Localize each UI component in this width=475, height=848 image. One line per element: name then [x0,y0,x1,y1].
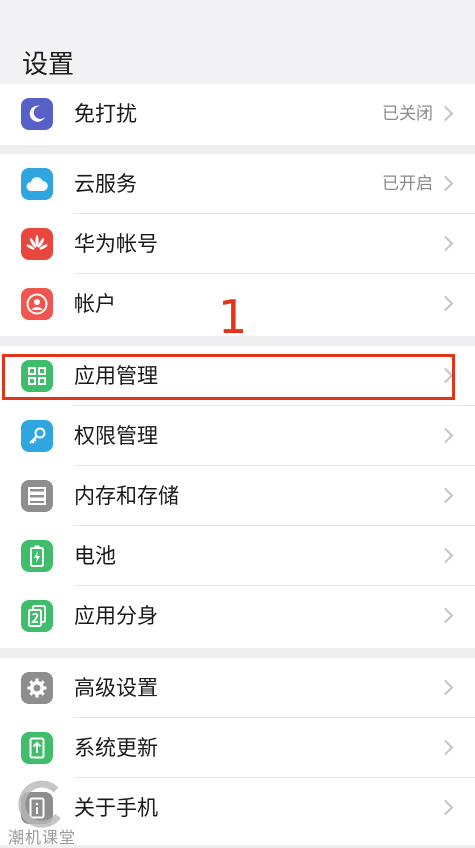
chevron-right-icon [437,547,454,564]
chevron-right-icon [437,679,454,696]
settings-row-label: 云服务 [74,172,137,196]
settings-group-1: 免打扰 已关闭 [0,84,475,145]
storage-icon [21,480,53,512]
settings-row-huawei-account[interactable]: 华为帐号 [0,214,475,274]
settings-row-label: 权限管理 [74,424,158,448]
system-update-icon [21,732,53,764]
settings-row-battery[interactable]: 电池 [0,526,475,586]
chevron-right-icon [437,427,454,444]
settings-row-permissions[interactable]: 权限管理 [0,406,475,466]
step-number-annotation: 1 [218,290,248,344]
settings-row-label: 应用管理 [74,364,158,388]
chevron-right-icon [437,367,454,384]
chevron-right-icon [437,235,454,252]
cloud-icon [21,168,53,200]
battery-icon [21,540,53,572]
settings-row-label: 高级设置 [74,676,158,700]
watermark-text: 潮机课堂 [8,828,77,847]
watermark: 潮机课堂 [6,780,116,847]
page-title: 设置 [22,50,75,80]
settings-row-value: 已关闭 [382,104,433,124]
gear-icon [21,672,53,704]
moon-icon [21,98,53,130]
huawei-logo-icon [21,228,53,260]
chevron-right-icon [437,739,454,756]
header: 设置 [0,0,475,90]
account-icon [21,288,53,320]
chevron-right-icon [437,105,454,122]
settings-row-label: 华为帐号 [74,232,158,256]
settings-group-3: 应用管理 权限管理 内存和存储 电池 应用分身 [0,346,475,648]
watermark-logo-icon [18,780,61,828]
settings-row-cloud[interactable]: 云服务 已开启 [0,154,475,214]
settings-row-label: 免打扰 [74,102,137,126]
chevron-right-icon [437,607,454,624]
settings-row-do-not-disturb[interactable]: 免打扰 已关闭 [0,84,475,144]
app-grid-icon [21,360,53,392]
chevron-right-icon [437,295,454,312]
settings-row-advanced[interactable]: 高级设置 [0,658,475,718]
key-icon [21,420,53,452]
settings-row-value: 已开启 [382,174,433,194]
settings-row-label: 帐户 [74,292,116,316]
settings-row-label: 电池 [74,544,116,568]
chevron-right-icon [437,799,454,816]
settings-row-label: 内存和存储 [74,484,179,508]
chevron-right-icon [437,175,454,192]
settings-row-app-management[interactable]: 应用管理 [0,346,475,406]
settings-row-label: 应用分身 [74,604,158,628]
settings-row-app-twin[interactable]: 应用分身 [0,586,475,646]
settings-row-system-update[interactable]: 系统更新 [0,718,475,778]
app-twin-icon [21,600,53,632]
chevron-right-icon [437,487,454,504]
settings-row-memory-storage[interactable]: 内存和存储 [0,466,475,526]
settings-row-label: 系统更新 [74,736,158,760]
